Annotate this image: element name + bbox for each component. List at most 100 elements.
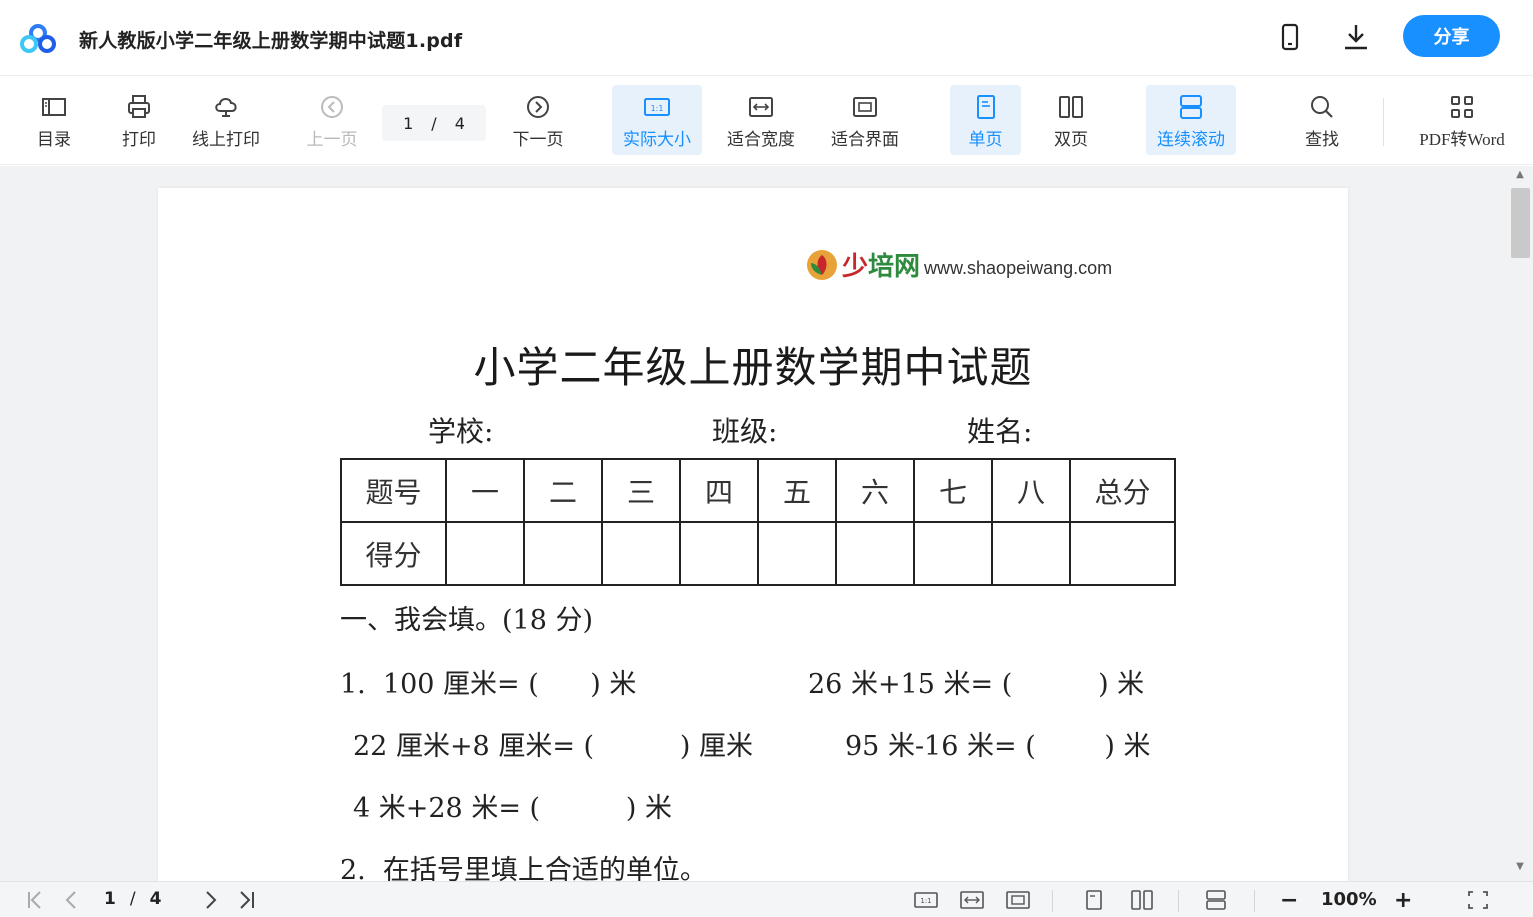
- last-page-icon: [240, 891, 254, 909]
- question-text: 22 厘米+8 厘米= ( ) 厘米: [353, 731, 754, 762]
- question-text: 1. 100 厘米= ( ) 米: [340, 669, 637, 700]
- app-logo-icon: [20, 24, 56, 53]
- bottom-divider: [1178, 890, 1179, 912]
- actual-size-small-icon-text: 1:1: [920, 897, 931, 905]
- bottom-bar: 1 / 4 1:1 − 100% +: [0, 881, 1533, 917]
- bottom-page-indicator[interactable]: 1 / 4: [104, 889, 161, 909]
- brand-name-part-2: 培网: [868, 252, 921, 282]
- print-label: 打印: [122, 130, 156, 150]
- double-page-small-icon: [1131, 890, 1153, 910]
- cloud-print-icon: [215, 98, 237, 117]
- chevron-left-icon: [65, 891, 76, 909]
- share-button[interactable]: 分享: [1403, 15, 1500, 57]
- table-cell: [913, 521, 993, 586]
- next-page-small-button[interactable]: [198, 888, 222, 912]
- online-print-label: 线上打印: [192, 130, 260, 150]
- next-page-label: 下一页: [512, 130, 564, 150]
- actual-size-small-button[interactable]: 1:1: [914, 888, 938, 912]
- table-cell: [445, 521, 525, 586]
- single-page-button[interactable]: 单页: [950, 85, 1021, 155]
- document-title: 新人教版小学二年级上册数学期中试题1.pdf: [79, 30, 463, 52]
- pdf-to-word-label: PDF转Word: [1419, 130, 1505, 149]
- scroll-down-arrow-icon[interactable]: ▼: [1514, 862, 1526, 872]
- toolbar-divider: [1383, 98, 1384, 146]
- fit-width-icon: [749, 97, 773, 117]
- bottom-page-separator: /: [129, 889, 136, 909]
- brand-name: 少培网: [842, 246, 920, 283]
- bottom-page-total: 4: [149, 889, 162, 909]
- section-heading: 一、我会填。(18 分): [340, 605, 594, 636]
- table-cell: [601, 521, 681, 586]
- zoom-in-button[interactable]: +: [1394, 888, 1412, 913]
- prev-page-label: 上一页: [306, 130, 358, 150]
- vertical-scrollbar[interactable]: [1509, 166, 1533, 881]
- prev-page-small-button[interactable]: [60, 888, 84, 912]
- continuous-scroll-small-button[interactable]: [1204, 888, 1228, 912]
- double-page-icon: [1059, 96, 1083, 118]
- table-cell: [991, 521, 1071, 586]
- single-page-small-button[interactable]: [1082, 888, 1106, 912]
- search-icon: [1311, 96, 1333, 118]
- table-cell: 六: [835, 458, 915, 523]
- page-number-input[interactable]: 1 / 4: [382, 105, 486, 141]
- first-page-icon: [28, 891, 41, 909]
- download-icon[interactable]: [1341, 22, 1371, 52]
- online-print-button[interactable]: 线上打印: [186, 85, 266, 155]
- first-page-button[interactable]: [24, 888, 48, 912]
- zoom-out-button[interactable]: −: [1280, 888, 1298, 913]
- name-field-label: 姓名:: [967, 415, 1033, 448]
- table-cell: [1069, 521, 1176, 586]
- next-page-button[interactable]: 下一页: [508, 85, 568, 155]
- page-separator: /: [431, 113, 437, 133]
- pdf-to-word-button[interactable]: PDF转Word: [1410, 85, 1514, 155]
- fit-width-button[interactable]: 适合宽度: [718, 85, 804, 155]
- double-page-label: 双页: [1054, 130, 1088, 150]
- printer-icon: [128, 95, 150, 118]
- continuous-scroll-button[interactable]: 连续滚动: [1146, 85, 1236, 155]
- table-cell: [523, 521, 603, 586]
- question-text: 2. 在括号里填上合适的单位。: [340, 855, 707, 881]
- fit-width-small-button[interactable]: [960, 888, 984, 912]
- actual-size-icon-text: 1:1: [651, 104, 664, 113]
- scroll-up-arrow-icon[interactable]: ▲: [1514, 170, 1526, 180]
- actual-size-small-icon: 1:1: [914, 892, 938, 908]
- school-field-label: 学校:: [428, 415, 494, 448]
- zoom-level[interactable]: 100%: [1321, 889, 1377, 910]
- title-bar: 新人教版小学二年级上册数学期中试题1.pdf 分享: [0, 0, 1533, 76]
- last-page-button[interactable]: [234, 888, 258, 912]
- table-cell: [835, 521, 915, 586]
- table-cell: 二: [523, 458, 603, 523]
- fit-width-label: 适合宽度: [727, 130, 795, 150]
- double-page-button[interactable]: 双页: [1040, 85, 1102, 155]
- continuous-scroll-small-icon: [1206, 890, 1226, 910]
- score-table: 题号 一 二 三 四 五 六 七 八 总分 得分: [340, 458, 1176, 586]
- mobile-icon[interactable]: [1275, 22, 1305, 52]
- bottom-page-current: 1: [104, 889, 116, 909]
- page-total: 4: [454, 113, 465, 133]
- scrollbar-thumb[interactable]: [1511, 188, 1530, 258]
- double-page-small-button[interactable]: [1130, 888, 1154, 912]
- fit-page-small-icon: [1006, 891, 1030, 909]
- table-cell: [757, 521, 837, 586]
- exam-title: 小学二年级上册数学期中试题: [473, 343, 1033, 392]
- table-cell: [679, 521, 759, 586]
- table-cell: 题号: [340, 458, 447, 523]
- document-viewer[interactable]: 少培网 www.shaopeiwang.com 小学二年级上册数学期中试题 学校…: [0, 166, 1533, 881]
- chevron-right-circle-icon: [527, 96, 549, 118]
- fit-page-small-button[interactable]: [1006, 888, 1030, 912]
- print-button[interactable]: 打印: [112, 85, 166, 155]
- single-page-label: 单页: [968, 130, 1003, 150]
- fit-page-button[interactable]: 适合界面: [822, 85, 908, 155]
- single-page-small-icon: [1086, 890, 1102, 910]
- fullscreen-button[interactable]: [1466, 888, 1490, 912]
- fit-width-small-icon: [960, 891, 984, 909]
- chevron-left-circle-icon: [321, 96, 343, 118]
- actual-size-icon: 1:1: [644, 98, 670, 116]
- brand-url: www.shaopeiwang.com: [924, 258, 1113, 278]
- toc-button[interactable]: 目录: [28, 85, 80, 155]
- prev-page-button[interactable]: 上一页: [302, 85, 362, 155]
- search-button[interactable]: 查找: [1294, 85, 1350, 155]
- actual-size-button[interactable]: 1:1 实际大小: [612, 85, 702, 155]
- page-current: 1: [403, 113, 414, 133]
- toc-label: 目录: [37, 130, 71, 150]
